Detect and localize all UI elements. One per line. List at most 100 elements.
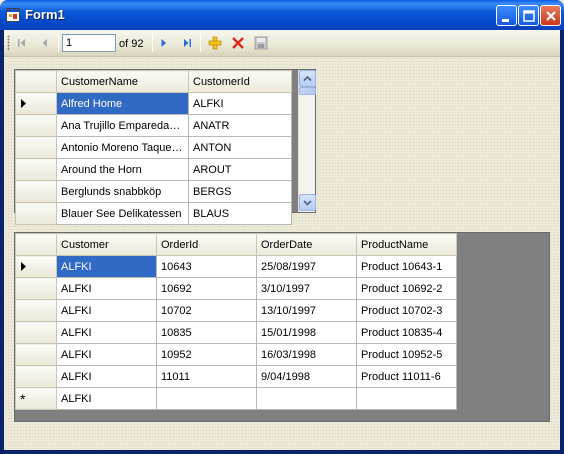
cell-orderdate[interactable]: 13/10/1997 <box>256 299 357 322</box>
move-previous-button[interactable] <box>36 34 54 52</box>
column-header-customerid[interactable]: CustomerId <box>188 70 292 93</box>
binding-navigator: of 92 <box>4 30 560 57</box>
cell-customername[interactable]: Ana Trujillo Emparedados y helados <box>56 114 189 137</box>
cell-customerid[interactable]: ANATR <box>188 114 292 137</box>
scroll-thumb[interactable] <box>299 87 316 95</box>
cell-productname[interactable]: Product 10702-3 <box>356 299 457 322</box>
toolbar-grip[interactable] <box>7 35 10 51</box>
cell-orderid[interactable]: 10702 <box>156 299 257 322</box>
row-header[interactable] <box>15 92 57 115</box>
cell-orderdate[interactable]: 15/01/1998 <box>256 321 357 344</box>
new-row[interactable]: * ALFKI <box>15 387 457 410</box>
row-header[interactable] <box>15 255 57 278</box>
cell-orderid[interactable]: 10835 <box>156 321 257 344</box>
row-header[interactable] <box>15 202 57 225</box>
row-header[interactable] <box>15 158 57 181</box>
customers-corner-cell[interactable] <box>15 70 57 93</box>
cell-productname[interactable]: Product 10692-2 <box>356 277 457 300</box>
move-next-icon <box>161 39 166 47</box>
close-button[interactable] <box>540 5 561 26</box>
table-row[interactable]: ALFKI 10702 13/10/1997 Product 10702-3 <box>15 299 457 322</box>
cell-customerid[interactable]: ALFKI <box>188 92 292 115</box>
cell-customername[interactable]: Around the Horn <box>56 158 189 181</box>
cell-customername[interactable]: Antonio Moreno Taquería <box>56 136 189 159</box>
customers-vertical-scrollbar[interactable] <box>298 70 316 212</box>
column-header-customername[interactable]: CustomerName <box>56 70 189 93</box>
add-new-button[interactable] <box>206 34 224 52</box>
cell-orderdate[interactable]: 3/10/1997 <box>256 277 357 300</box>
delete-button[interactable] <box>229 34 247 52</box>
cell-productname[interactable] <box>356 387 457 410</box>
table-row[interactable]: Berglunds snabbköp BERGS <box>15 180 292 203</box>
cell-customer[interactable]: ALFKI <box>56 255 157 278</box>
cell-orderdate[interactable]: 25/08/1997 <box>256 255 357 278</box>
move-last-button[interactable] <box>178 34 196 52</box>
position-input[interactable] <box>62 34 116 52</box>
cell-orderid[interactable]: 11011 <box>156 365 257 388</box>
table-row[interactable]: ALFKI 10952 16/03/1998 Product 10952-5 <box>15 343 457 366</box>
cell-productname[interactable]: Product 10952-5 <box>356 343 457 366</box>
table-row[interactable]: Antonio Moreno Taquería ANTON <box>15 136 292 159</box>
table-row[interactable]: Blauer See Delikatessen BLAUS <box>15 202 292 225</box>
row-header[interactable] <box>15 299 57 322</box>
move-next-button[interactable] <box>155 34 173 52</box>
cell-customer[interactable]: ALFKI <box>56 365 157 388</box>
orders-corner-cell[interactable] <box>15 233 57 256</box>
maximize-icon <box>523 10 535 22</box>
minimize-button[interactable] <box>496 5 517 26</box>
cell-orderid[interactable] <box>156 387 257 410</box>
scroll-up-button[interactable] <box>299 70 316 87</box>
table-row[interactable]: ALFKI 10835 15/01/1998 Product 10835-4 <box>15 321 457 344</box>
row-header[interactable] <box>15 277 57 300</box>
cell-customer[interactable]: ALFKI <box>56 277 157 300</box>
cell-customer[interactable]: ALFKI <box>56 321 157 344</box>
cell-customerid[interactable]: AROUT <box>188 158 292 181</box>
cell-customer[interactable]: ALFKI <box>56 343 157 366</box>
cell-productname[interactable]: Product 10835-4 <box>356 321 457 344</box>
cell-orderdate[interactable]: 16/03/1998 <box>256 343 357 366</box>
cell-customerid[interactable]: BLAUS <box>188 202 292 225</box>
column-header-orderdate[interactable]: OrderDate <box>256 233 357 256</box>
current-row-icon <box>21 99 26 108</box>
row-header[interactable]: * <box>15 387 57 410</box>
row-header[interactable] <box>15 321 57 344</box>
scroll-down-button[interactable] <box>299 194 316 211</box>
row-header[interactable] <box>15 365 57 388</box>
save-button[interactable] <box>252 34 270 52</box>
orders-grid[interactable]: Customer OrderId OrderDate ProductName A… <box>14 232 550 422</box>
row-header[interactable] <box>15 180 57 203</box>
cell-orderdate[interactable]: 9/04/1998 <box>256 365 357 388</box>
table-row[interactable]: ALFKI 11011 9/04/1998 Product 11011-6 <box>15 365 457 388</box>
move-first-button[interactable] <box>13 34 31 52</box>
row-header[interactable] <box>15 343 57 366</box>
form-window: Form1 of 92 <box>0 0 564 454</box>
table-row[interactable]: Ana Trujillo Emparedados y heladosANATR <box>15 114 292 137</box>
customers-table: CustomerName CustomerId Alfred Home ALFKI… <box>15 70 292 225</box>
maximize-button[interactable] <box>518 5 539 26</box>
cell-customerid[interactable]: ANTON <box>188 136 292 159</box>
cell-orderid[interactable]: 10952 <box>156 343 257 366</box>
toolbar-separator <box>200 34 201 52</box>
cell-customername[interactable]: Berglunds snabbköp <box>56 180 189 203</box>
cell-productname[interactable]: Product 10643-1 <box>356 255 457 278</box>
cell-customerid[interactable]: BERGS <box>188 180 292 203</box>
title-bar[interactable]: Form1 <box>0 0 564 30</box>
table-row[interactable]: ALFKI 10692 3/10/1997 Product 10692-2 <box>15 277 457 300</box>
cell-customer[interactable]: ALFKI <box>56 387 157 410</box>
cell-orderdate[interactable] <box>256 387 357 410</box>
row-header[interactable] <box>15 114 57 137</box>
cell-customername[interactable]: Alfred Home <box>56 92 189 115</box>
cell-orderid[interactable]: 10643 <box>156 255 257 278</box>
table-row[interactable]: Alfred Home ALFKI <box>15 92 292 115</box>
column-header-productname[interactable]: ProductName <box>356 233 457 256</box>
column-header-orderid[interactable]: OrderId <box>156 233 257 256</box>
row-header[interactable] <box>15 136 57 159</box>
column-header-customer[interactable]: Customer <box>56 233 157 256</box>
table-row[interactable]: Around the Horn AROUT <box>15 158 292 181</box>
table-row[interactable]: ALFKI 10643 25/08/1997 Product 10643-1 <box>15 255 457 278</box>
cell-orderid[interactable]: 10692 <box>156 277 257 300</box>
customers-grid[interactable]: CustomerName CustomerId Alfred Home ALFKI… <box>14 69 316 225</box>
cell-customer[interactable]: ALFKI <box>56 299 157 322</box>
cell-customername[interactable]: Blauer See Delikatessen <box>56 202 189 225</box>
cell-productname[interactable]: Product 11011-6 <box>356 365 457 388</box>
